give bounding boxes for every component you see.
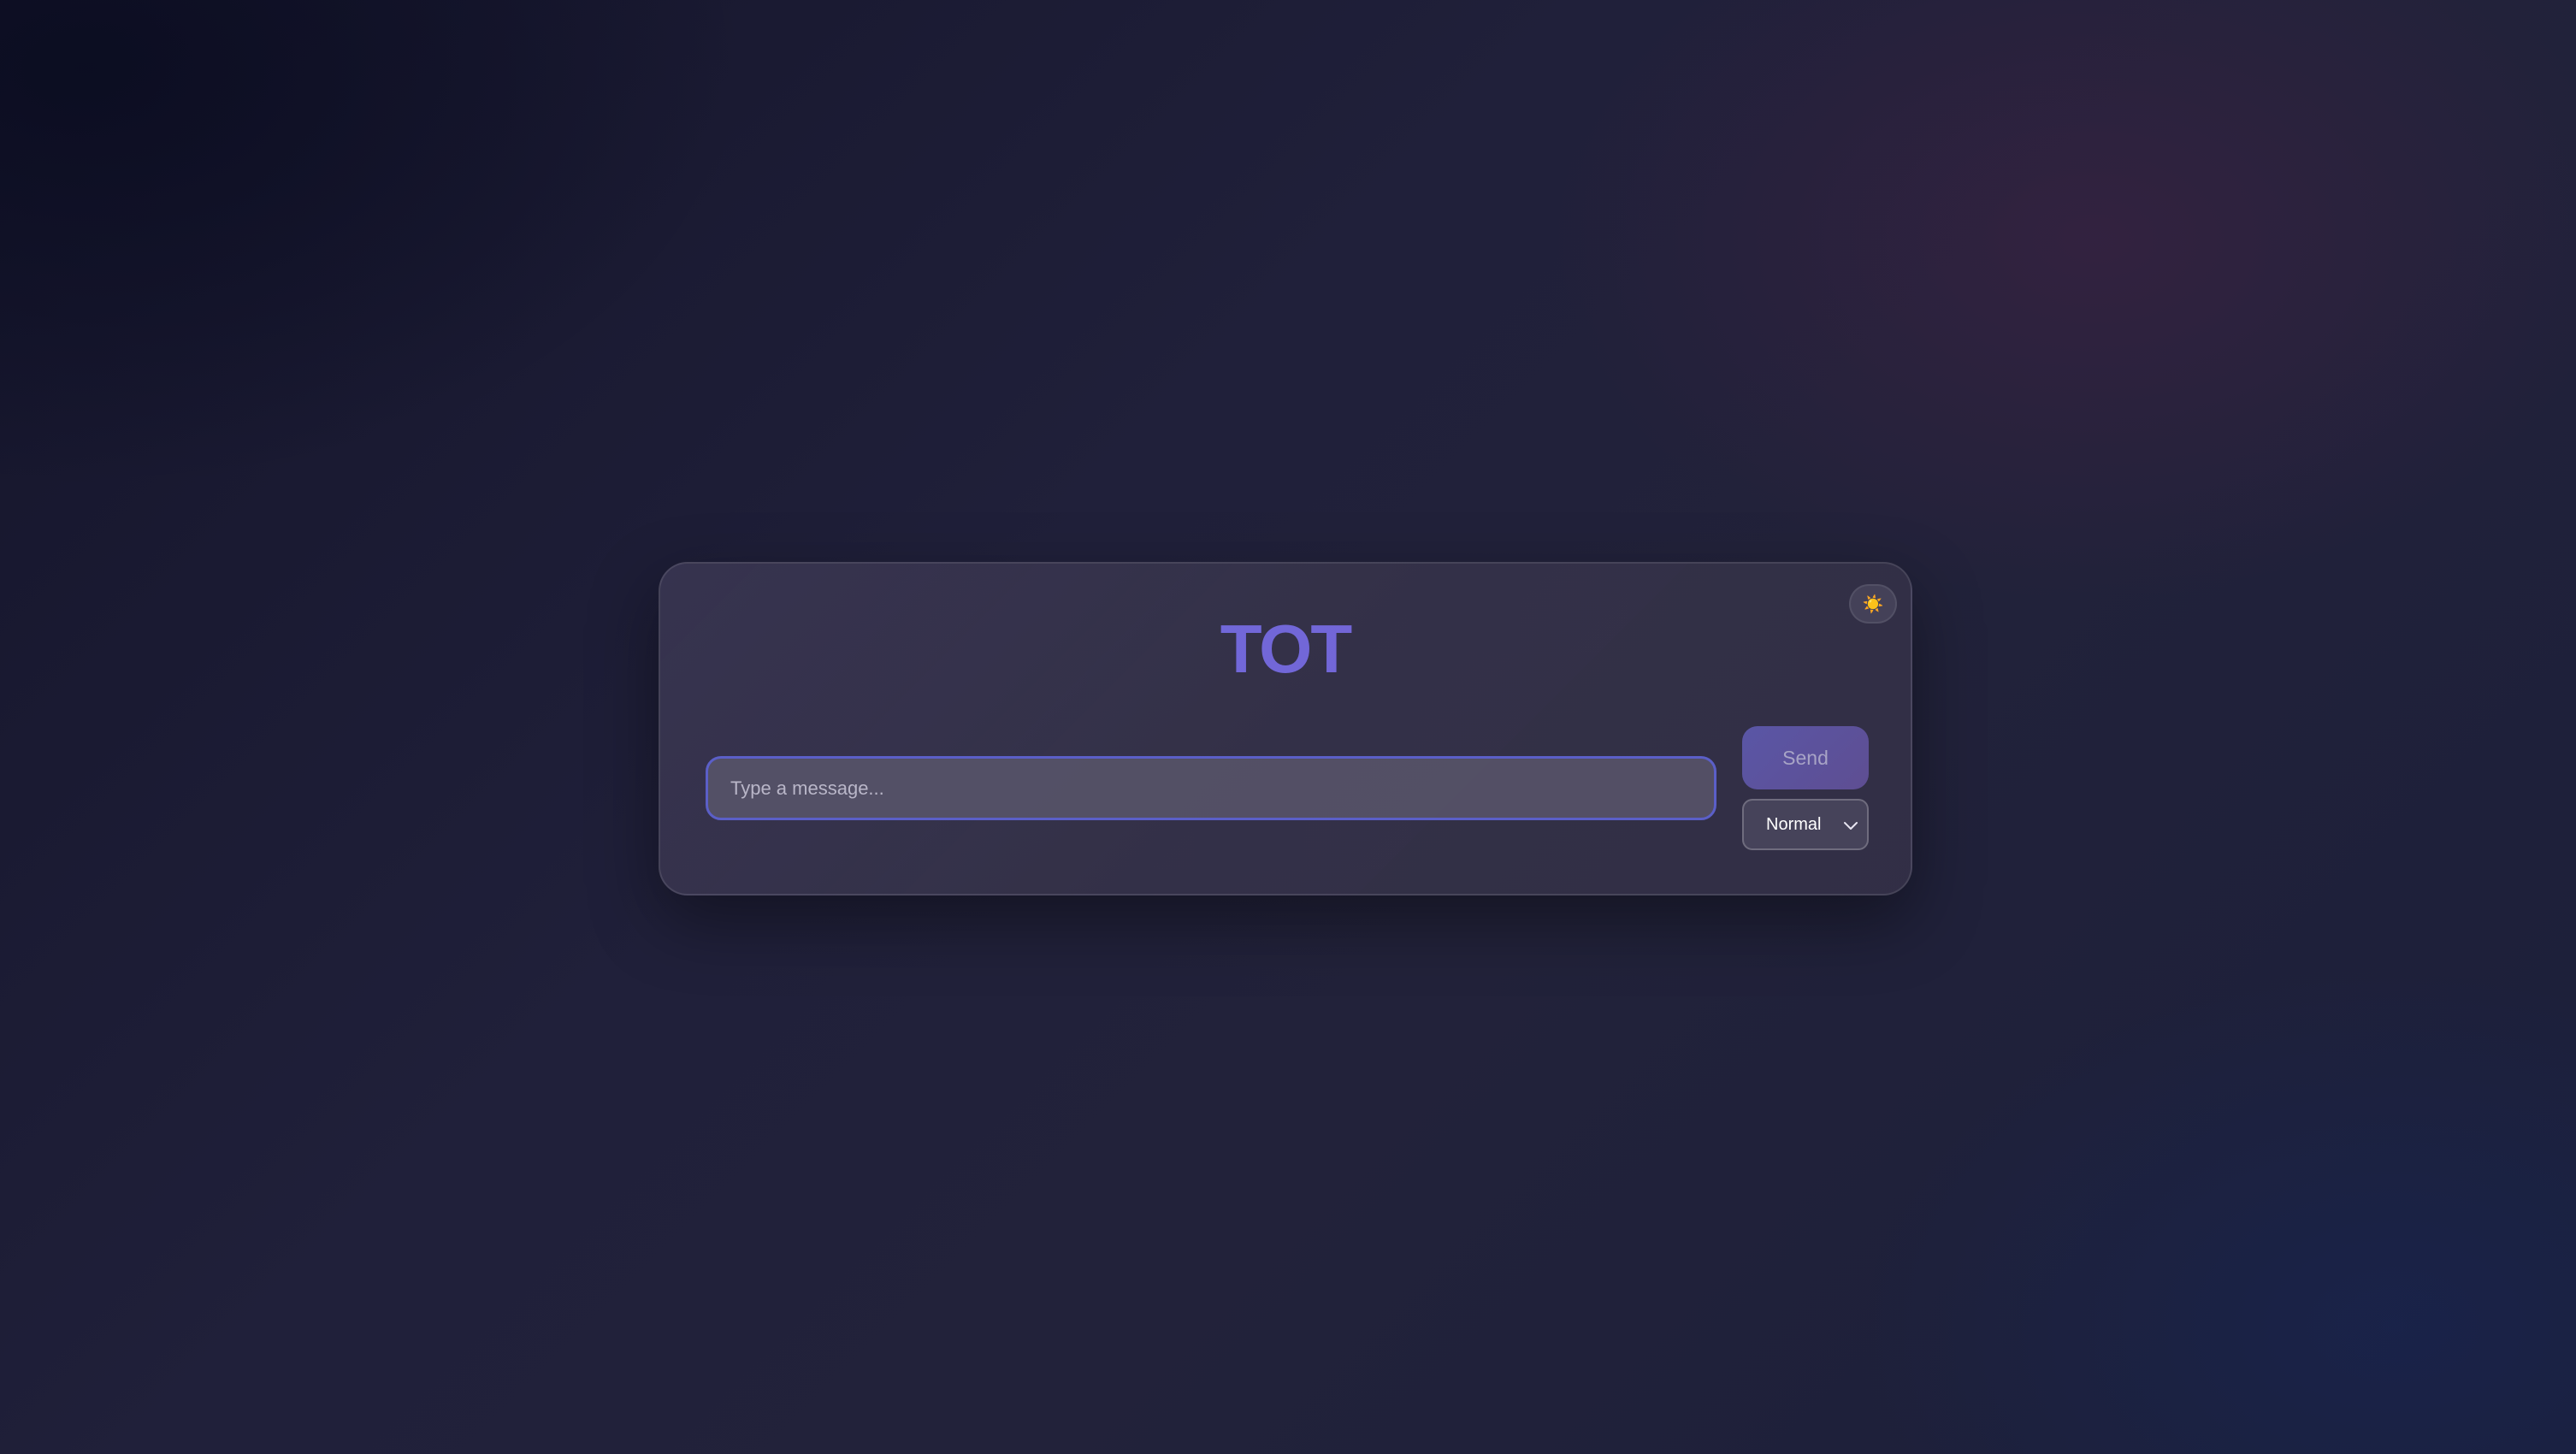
app-title: TOT bbox=[660, 606, 1911, 692]
send-button[interactable]: Send bbox=[1742, 726, 1869, 789]
chat-card: ☀️ TOT Send Normal bbox=[659, 562, 1912, 895]
message-input[interactable] bbox=[706, 756, 1716, 820]
mode-select-value: Normal bbox=[1766, 814, 1822, 834]
mode-select[interactable]: Normal bbox=[1742, 799, 1869, 850]
chevron-down-icon bbox=[1844, 822, 1858, 830]
